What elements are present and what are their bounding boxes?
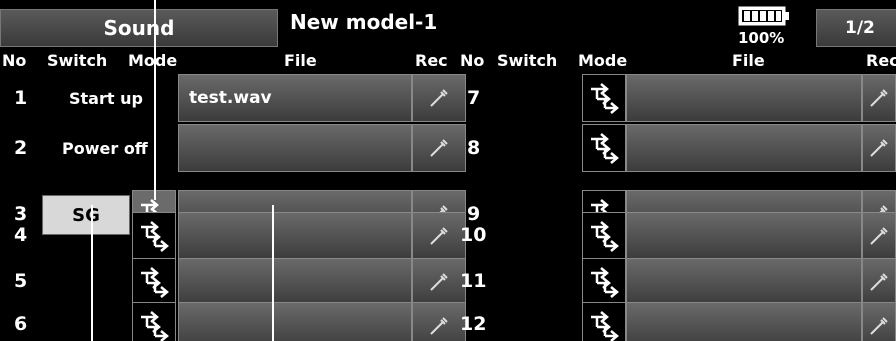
- header-file-right: File: [732, 51, 765, 70]
- rec-button[interactable]: [862, 212, 896, 260]
- mode-arrows-icon: [141, 267, 169, 298]
- header-switch-right: Switch: [497, 51, 558, 70]
- microphone-icon: [870, 89, 888, 107]
- mode-arrows-icon: [141, 221, 169, 252]
- annotation-leader-line: [91, 205, 93, 341]
- microphone-icon: [430, 273, 448, 291]
- mode-button[interactable]: [582, 124, 626, 172]
- microphone-icon: [430, 317, 448, 335]
- battery-icon: [738, 6, 789, 26]
- row-number: 12: [460, 313, 487, 335]
- rec-button[interactable]: [412, 302, 466, 341]
- header-no: No: [2, 51, 27, 70]
- row-number: 2: [14, 137, 28, 159]
- header-rec-right: Rec: [866, 51, 896, 70]
- mode-arrows-icon: [141, 311, 169, 341]
- file-field[interactable]: [626, 124, 862, 172]
- header-switch: Switch: [47, 51, 108, 70]
- rec-button[interactable]: [862, 124, 896, 172]
- model-name: New model-1: [290, 10, 438, 34]
- microphone-icon: [430, 89, 448, 107]
- microphone-icon: [870, 139, 888, 157]
- mode-button[interactable]: [582, 258, 626, 306]
- row-number: 5: [14, 270, 28, 292]
- row-number: 1: [14, 87, 28, 109]
- file-field[interactable]: [178, 124, 412, 172]
- file-field[interactable]: [626, 212, 862, 260]
- microphone-icon: [870, 273, 888, 291]
- rec-button[interactable]: [862, 74, 896, 122]
- row-number: 11: [460, 270, 487, 292]
- mode-button[interactable]: [582, 302, 626, 341]
- switch-sg-button[interactable]: SG: [42, 195, 130, 235]
- header-mode-right: Mode: [578, 51, 628, 70]
- rec-button[interactable]: [412, 74, 466, 122]
- file-field[interactable]: [626, 302, 862, 341]
- row-number: 7: [467, 87, 481, 109]
- mode-button[interactable]: [132, 212, 176, 260]
- page-indicator-button[interactable]: 1/2: [816, 9, 896, 47]
- switch-label-start-up[interactable]: Start up: [69, 89, 143, 108]
- file-field[interactable]: [178, 302, 412, 341]
- mode-arrows-icon: [591, 221, 619, 252]
- file-field[interactable]: [178, 258, 412, 306]
- header-file: File: [284, 51, 317, 70]
- mode-arrows-icon: [591, 133, 619, 164]
- rec-button[interactable]: [862, 302, 896, 341]
- row-number: 4: [14, 224, 28, 246]
- mode-arrows-icon: [591, 267, 619, 298]
- microphone-icon: [430, 227, 448, 245]
- sound-title-button[interactable]: Sound: [0, 9, 278, 47]
- mode-button[interactable]: [132, 302, 176, 341]
- microphone-icon: [870, 317, 888, 335]
- battery-percentage: 100%: [738, 29, 785, 47]
- mode-button[interactable]: [582, 212, 626, 260]
- file-field[interactable]: [178, 212, 412, 260]
- rec-button[interactable]: [412, 258, 466, 306]
- annotation-leader-line: [154, 0, 156, 200]
- switch-label-power-off[interactable]: Power off: [62, 139, 148, 158]
- microphone-icon: [430, 139, 448, 157]
- mode-arrows-icon: [591, 311, 619, 341]
- annotation-leader-line: [272, 205, 274, 341]
- rec-button[interactable]: [862, 258, 896, 306]
- mode-button[interactable]: [582, 74, 626, 122]
- header-no-right: No: [460, 51, 485, 70]
- file-field[interactable]: [626, 258, 862, 306]
- row-number: 10: [460, 224, 487, 246]
- row-number: 8: [467, 137, 481, 159]
- row-number: 9: [467, 203, 481, 225]
- header-rec: Rec: [415, 51, 448, 70]
- sound-screen: Sound New model-1 100% 1/2 No Switch Mod…: [0, 0, 896, 341]
- rec-button[interactable]: [412, 124, 466, 172]
- microphone-icon: [870, 227, 888, 245]
- row-number: 6: [14, 313, 28, 335]
- file-field[interactable]: test.wav: [178, 74, 412, 122]
- header-mode: Mode: [128, 51, 178, 70]
- rec-button[interactable]: [412, 212, 466, 260]
- file-field[interactable]: [626, 74, 862, 122]
- mode-button[interactable]: [132, 258, 176, 306]
- row-number: 3: [14, 203, 28, 225]
- mode-arrows-icon: [591, 83, 619, 114]
